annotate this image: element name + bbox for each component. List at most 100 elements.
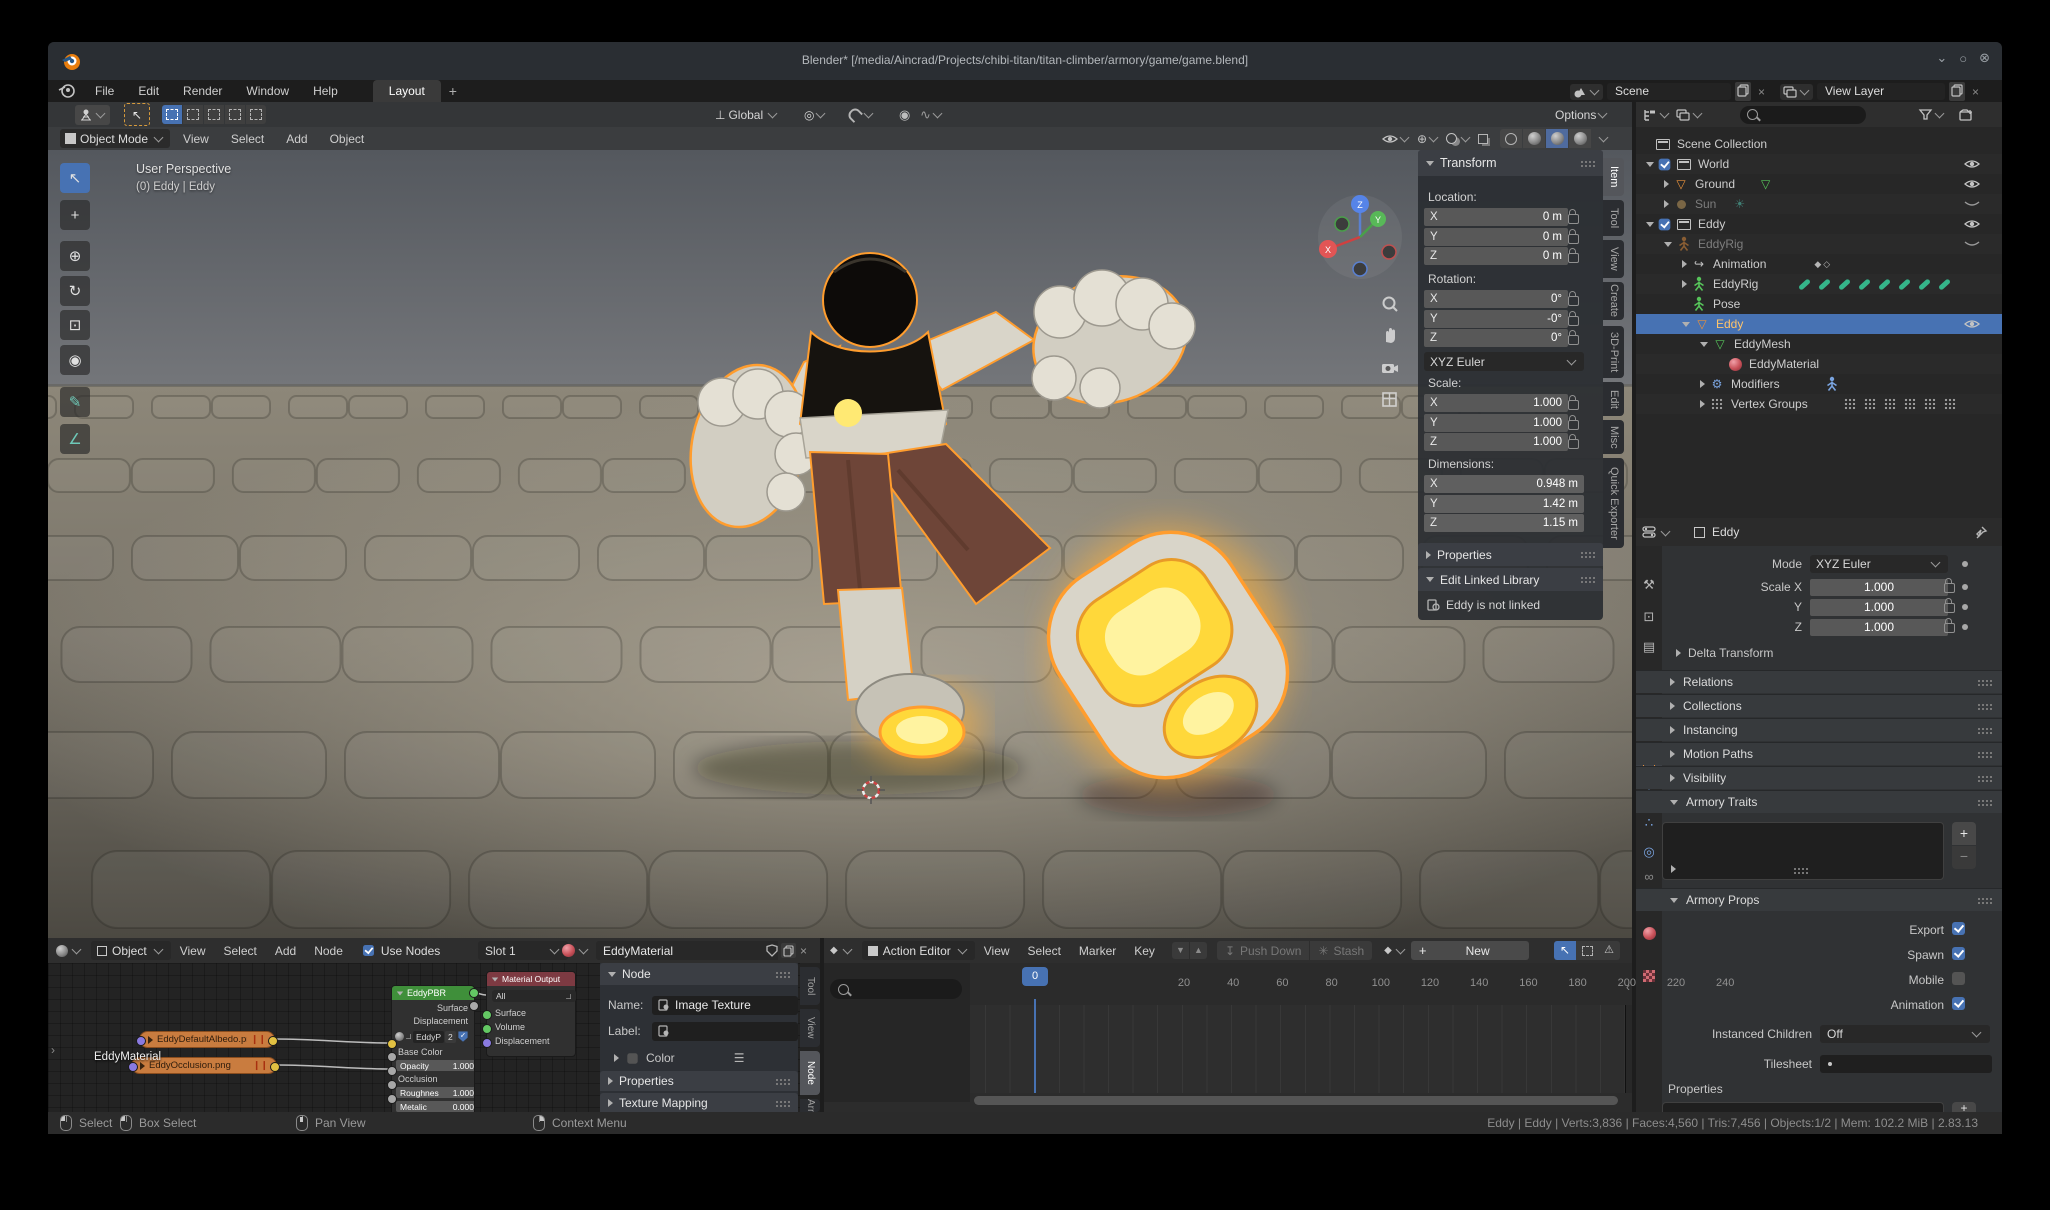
outliner-row-ground[interactable]: ▽Ground▽ [1636, 174, 2002, 194]
lock-icon[interactable] [1944, 623, 1955, 633]
lock-icon[interactable] [1568, 214, 1579, 224]
display-mode-button[interactable] [1675, 108, 1704, 122]
properties-tab-physics[interactable]: ◎ [1636, 839, 1662, 864]
node-material-output[interactable]: Material OutputAllSurfaceVolumeDisplacem… [486, 971, 576, 1057]
outliner-row-eddyrig[interactable]: EddyRig [1636, 274, 2002, 294]
transform-field-dimensions-x[interactable]: X0.948 m [1424, 475, 1584, 493]
animate-dot[interactable] [1962, 561, 1968, 567]
menu-window[interactable]: Window [237, 84, 298, 98]
dope-mode-dropdown[interactable]: Action Editor [862, 941, 975, 960]
viewport-menu-view[interactable]: View [174, 132, 218, 146]
collection-checkbox[interactable] [1659, 218, 1671, 230]
move-channel-up-button[interactable]: ▲ [1190, 942, 1207, 959]
shader-menu-view[interactable]: View [171, 944, 215, 958]
visibility-dropdown[interactable] [1382, 134, 1411, 144]
falloff-dropdown[interactable]: ∿ [920, 107, 944, 123]
pin-button[interactable] [1974, 525, 1988, 539]
visibility-toggle[interactable] [1964, 159, 1980, 169]
slider-metallic[interactable]: Metalic0.000 [396, 1101, 475, 1112]
lock-icon[interactable] [1568, 420, 1579, 430]
visibility-toggle[interactable] [1964, 179, 1980, 189]
instanced-children-dropdown[interactable]: Off [1820, 1025, 1990, 1043]
shader-tab-arm[interactable]: Arm [800, 1099, 820, 1112]
unlink-scene-button[interactable]: × [1755, 85, 1768, 99]
outliner-row-modifiers[interactable]: ⚙Modifiers [1636, 374, 2002, 394]
editor-type-button[interactable] [1641, 525, 1672, 539]
transform-field-location-y[interactable]: Y0 m [1424, 228, 1568, 246]
stash-button[interactable]: ✳Stash [1310, 941, 1372, 960]
shading-chevron[interactable] [1599, 133, 1609, 143]
scale-field[interactable]: 1.000 [1810, 579, 1948, 596]
transform-field-rotation-y[interactable]: Y-0° [1424, 310, 1568, 328]
checkbox[interactable] [1952, 947, 1965, 960]
section-armory-props[interactable]: Armory Props [1636, 888, 2002, 911]
mode-dropdown[interactable]: XYZ Euler [1810, 555, 1948, 573]
armory-traits-list[interactable] [1662, 822, 1944, 880]
copy-view-layer-button[interactable] [1949, 82, 1965, 101]
menu-edit[interactable]: Edit [129, 84, 168, 98]
copy-material-button[interactable] [781, 943, 796, 958]
section-collections[interactable]: Collections [1636, 694, 2002, 717]
sidebar-tab-misc[interactable]: Misc [1603, 420, 1624, 454]
xray-toggle[interactable] [1478, 134, 1488, 144]
checkbox[interactable] [1952, 972, 1965, 985]
sidebar-tab-edit[interactable]: Edit [1603, 382, 1624, 416]
filter-dropdown[interactable] [1918, 108, 1946, 121]
use-nodes-toggle[interactable]: Use Nodes [362, 944, 440, 958]
zoom-button[interactable] [1380, 295, 1399, 314]
overlays-dropdown[interactable] [1446, 133, 1472, 144]
action-browser-button[interactable]: ◆ [1384, 945, 1407, 956]
delta-transform-row[interactable]: Delta Transform [1676, 646, 1773, 660]
expander-triangle[interactable] [1664, 180, 1669, 188]
lock-icon[interactable] [1568, 439, 1579, 449]
armory-check-spawn[interactable]: Spawn [1662, 947, 2002, 963]
shader-tab-tool[interactable]: Tool [800, 967, 820, 1005]
shading-solid[interactable] [1523, 129, 1545, 148]
checkbox[interactable] [1952, 997, 1965, 1010]
dope-menu-key[interactable]: Key [1125, 944, 1164, 958]
lock-icon[interactable] [1568, 296, 1579, 306]
sidebar-tab-item[interactable]: Item [1603, 158, 1624, 196]
tool-rotate[interactable]: ↻ [60, 276, 90, 306]
playhead-badge[interactable]: 0 [1022, 967, 1048, 986]
outliner-row-eddyrig[interactable]: EddyRig [1636, 234, 2002, 254]
snap-dropdown[interactable] [848, 109, 875, 120]
tab-layout[interactable]: Layout [373, 80, 441, 102]
object-mode-dropdown[interactable]: Object Mode [60, 129, 170, 148]
lock-icon[interactable] [1944, 603, 1955, 613]
select-mode-new[interactable] [162, 105, 182, 124]
rotation-mode-dropdown[interactable]: XYZ Euler [1424, 352, 1584, 371]
color-checkbox[interactable] [627, 1053, 637, 1063]
visibility-toggle[interactable] [1964, 219, 1980, 229]
shader-menu-node[interactable]: Node [305, 944, 352, 958]
transform-field-rotation-z[interactable]: Z0° [1424, 329, 1568, 347]
editor-type-button[interactable] [1642, 108, 1671, 122]
tool-scale[interactable]: ⊡ [60, 310, 90, 340]
timeline-scrollbar[interactable] [974, 1096, 1618, 1105]
transform-field-scale-x[interactable]: X1.000 [1424, 394, 1568, 412]
dope-menu-view[interactable]: View [975, 944, 1019, 958]
lock-icon[interactable] [1568, 400, 1579, 410]
keyframe-grid[interactable] [970, 1005, 1632, 1093]
select-mode-invert[interactable] [225, 105, 245, 124]
dope-menu-marker[interactable]: Marker [1070, 944, 1125, 958]
section-visibility[interactable]: Visibility [1636, 766, 2002, 789]
dope-menu-select[interactable]: Select [1019, 944, 1070, 958]
node-eddypbr[interactable]: EddyPBRSurfaceDisplacementEddyP2✓Base Co… [391, 985, 475, 1112]
visibility-toggle[interactable] [1964, 199, 1980, 209]
scale-field[interactable]: 1.000 [1810, 619, 1948, 636]
outliner-row-sun[interactable]: Sun☀ [1636, 194, 2002, 214]
properties-tab-render[interactable]: ⊡ [1636, 604, 1662, 629]
shader-mode-dropdown[interactable]: Object [91, 941, 171, 960]
push-down-button[interactable]: ↧Push Down [1217, 941, 1309, 960]
scene-type-selector[interactable] [1570, 84, 1603, 100]
pivot-point-dropdown[interactable]: ◎ [804, 108, 827, 122]
outliner-row-eddy[interactable]: Eddy [1636, 214, 2002, 234]
collapse-triangle[interactable] [397, 991, 403, 995]
panel-header-texture-mapping[interactable]: Texture Mapping [600, 1093, 798, 1113]
properties-tab-particles[interactable]: ∴ [1636, 810, 1662, 835]
channel-search-field[interactable] [830, 979, 962, 999]
expander-triangle[interactable] [1700, 380, 1705, 388]
transform-orientation-dropdown[interactable]: ⊥Global [715, 108, 779, 122]
transform-field-scale-y[interactable]: Y1.000 [1424, 414, 1568, 432]
